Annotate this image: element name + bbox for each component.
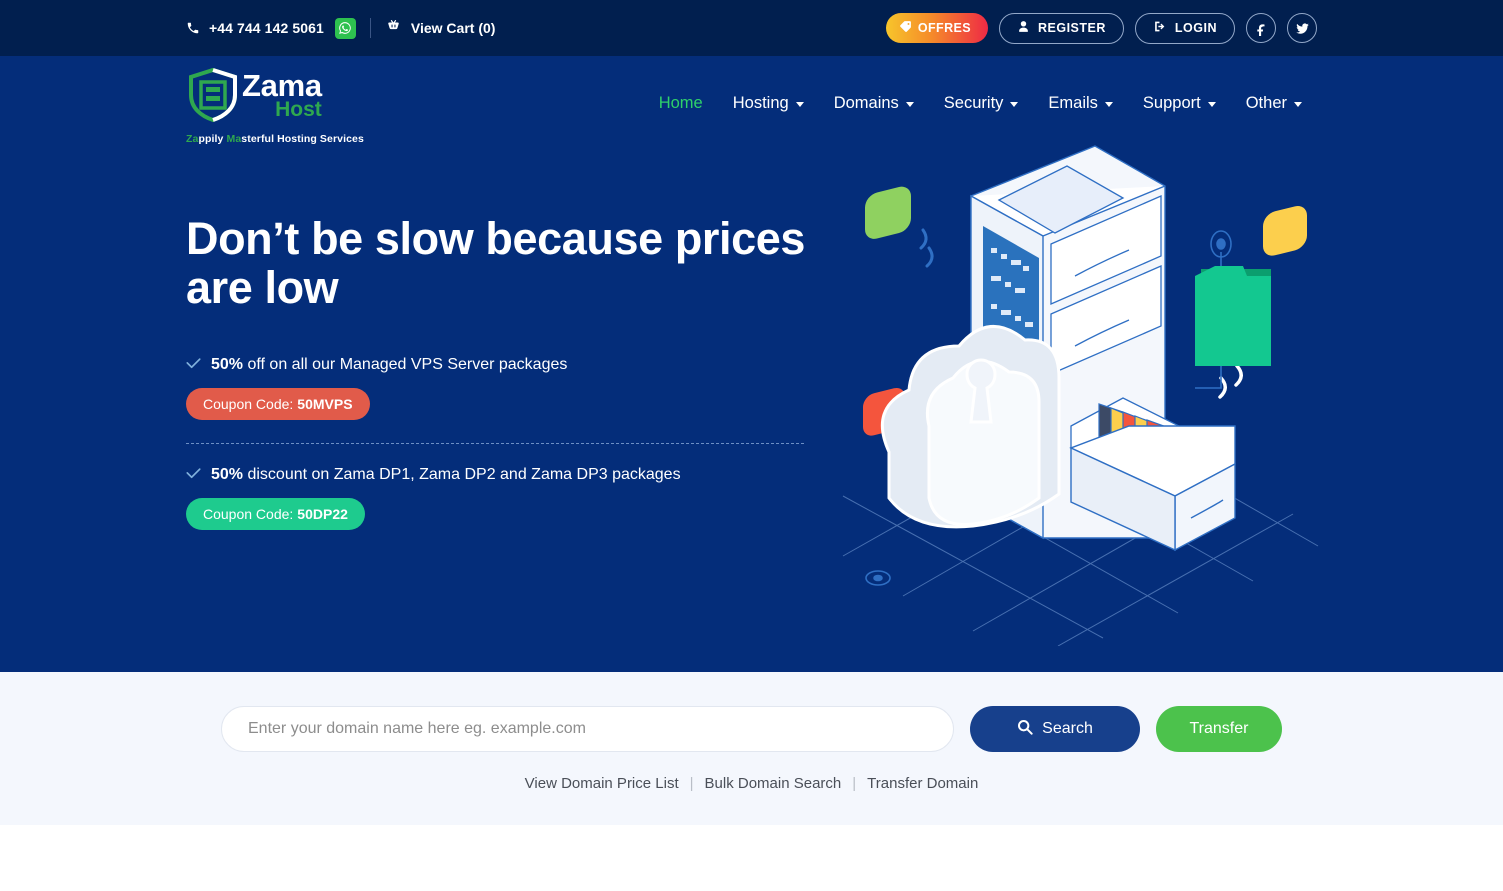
logo-tagline: Zappily Masterful Hosting Services [186,133,364,145]
hero-illustration [823,126,1343,647]
check-icon [186,467,201,484]
sign-in-icon [1153,20,1167,36]
nav-label: Security [943,93,1004,112]
search-button[interactable]: Search [970,706,1140,752]
chevron-down-icon [1207,101,1216,107]
check-icon [186,357,201,374]
offer-highlight: 50% [211,356,244,373]
top-utility-bar: +44 744 142 5061 View Cart (0) OFFRES RE… [0,0,1503,56]
offer-description: off on all our Managed VPS Server packag… [243,356,568,373]
nav-item-domains[interactable]: Domains [819,94,929,113]
nav-item-home[interactable]: Home [644,94,718,113]
hero-section: Zama Host Zappily Masterful Hosting Serv… [0,56,1503,672]
nav-label: Other [1245,93,1287,112]
login-button[interactable]: LOGIN [1134,12,1235,44]
whatsapp-icon[interactable] [334,17,356,39]
domain-search-row: Search Transfer [0,706,1503,752]
link-view-domain-price-list[interactable]: View Domain Price List [514,775,690,792]
site-logo[interactable]: Zama Host Zappily Masterful Hosting Serv… [186,61,386,145]
login-label: LOGIN [1174,21,1217,35]
hero-body: Don’t be slow because prices are low 50%… [0,145,1503,647]
domain-search-input[interactable] [221,706,954,752]
shield-server-icon [186,67,240,128]
coupon-label: Coupon Code: [203,396,294,412]
nav-item-emails[interactable]: Emails [1033,94,1128,113]
topbar-right-group: OFFRES REGISTER LOGIN [885,12,1317,44]
facebook-icon[interactable] [1246,13,1276,43]
nav-label: Home [658,93,703,112]
nav-label: Support [1142,93,1201,112]
nav-item-hosting[interactable]: Hosting [718,94,819,113]
coupon-badge-1[interactable]: Coupon Code: 50MVPS [186,388,370,420]
domain-sub-links: View Domain Price List | Bulk Domain Sea… [0,775,1503,792]
topbar-left-group: +44 744 142 5061 View Cart (0) [186,17,496,39]
chevron-down-icon [905,101,914,107]
view-cart-link[interactable]: View Cart (0) [385,18,496,39]
nav-label: Emails [1048,93,1098,112]
coupon-code: 50MVPS [297,396,353,412]
search-button-label: Search [1042,720,1093,737]
nav-item-other[interactable]: Other [1231,94,1317,113]
offer-text-1: 50% off on all our Managed VPS Server pa… [186,356,826,374]
shopping-basket-icon [385,18,402,39]
chevron-down-icon [1010,101,1019,107]
offer-divider [186,443,804,444]
coupon-code: 50DP22 [297,506,348,522]
register-label: REGISTER [1038,21,1106,35]
offer-block-2: 50% discount on Zama DP1, Zama DP2 and Z… [186,466,826,530]
logo-name: Zama [242,68,322,103]
logo-subname: Host [275,98,322,121]
offres-button[interactable]: OFFRES [885,13,988,43]
main-navigation: Home Hosting Domains Security Emails Sup… [644,94,1317,113]
chevron-down-icon [1294,101,1302,107]
nav-item-security[interactable]: Security [929,94,1034,113]
topbar-divider [369,18,371,38]
page-title: Don’t be slow because prices are low [186,213,805,313]
tag-icon [899,20,912,36]
phone-number: +44 744 142 5061 [209,20,324,36]
nav-label: Domains [833,93,899,112]
search-icon [1017,719,1033,740]
transfer-button-label: Transfer [1189,720,1249,737]
offres-label: OFFRES [917,21,971,35]
offer-block-1: 50% off on all our Managed VPS Server pa… [186,356,826,420]
user-icon [1017,20,1030,36]
coupon-label: Coupon Code: [203,506,294,522]
hero-copy: Don’t be slow because prices are low 50%… [186,150,826,530]
phone-icon [186,21,200,35]
coupon-badge-2[interactable]: Coupon Code: 50DP22 [186,498,365,530]
phone-link[interactable]: +44 744 142 5061 [186,17,356,39]
chevron-down-icon [1104,101,1113,107]
offer-description: discount on Zama DP1, Zama DP2 and Zama … [243,466,681,483]
nav-item-support[interactable]: Support [1128,94,1231,113]
offer-text-2: 50% discount on Zama DP1, Zama DP2 and Z… [186,466,826,484]
link-transfer-domain[interactable]: Transfer Domain [856,775,989,792]
offer-highlight: 50% [211,466,244,483]
cart-label: View Cart (0) [410,20,496,36]
domain-search-section: Search Transfer View Domain Price List |… [0,672,1503,825]
header-nav-row: Zama Host Zappily Masterful Hosting Serv… [0,56,1503,150]
link-bulk-domain-search[interactable]: Bulk Domain Search [694,775,853,792]
chevron-down-icon [795,101,804,107]
register-button[interactable]: REGISTER [999,12,1124,44]
nav-label: Hosting [732,93,789,112]
transfer-button[interactable]: Transfer [1156,706,1282,752]
twitter-icon[interactable] [1287,13,1317,43]
